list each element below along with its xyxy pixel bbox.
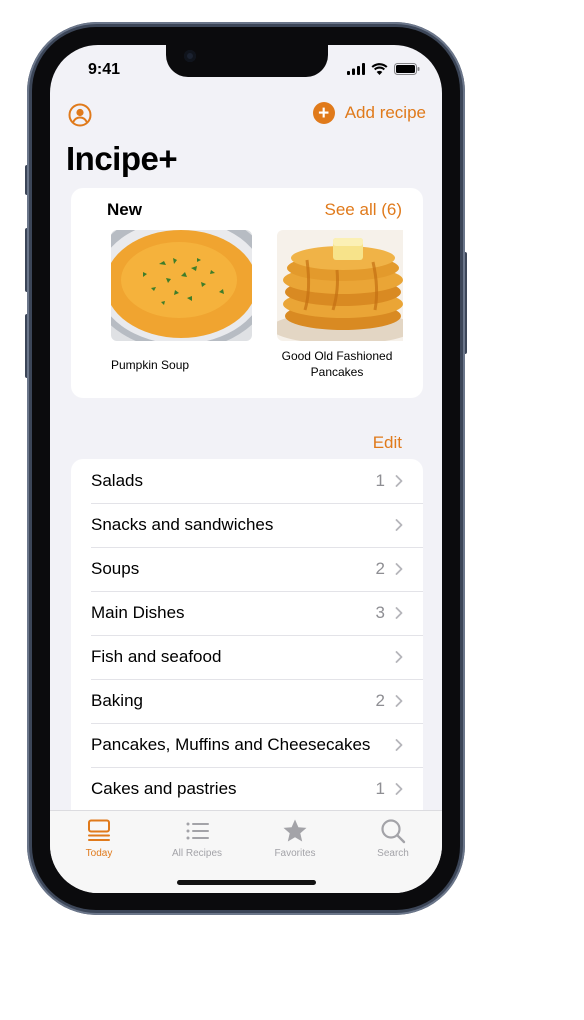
tab-all-recipes[interactable]: All Recipes [148,817,246,859]
tab-today[interactable]: Today [50,817,148,859]
star-icon [283,819,307,842]
tab-label: All Recipes [171,848,223,859]
tab-favorites[interactable]: Favorites [246,817,344,859]
category-label: Snacks and sandwiches [91,515,274,534]
category-row-soups[interactable]: Soups 2 [71,547,423,591]
camera-icon [184,50,196,62]
category-label: Salads [91,471,143,490]
category-label: Baking [91,691,143,710]
app-screen: 9:41 + Add recipe Incipe+ New See all (6… [50,45,442,893]
status-icons [347,63,420,75]
chevron-right-icon [395,783,403,795]
category-row-baking[interactable]: Baking 2 [71,679,423,723]
profile-icon[interactable] [68,103,92,127]
list-icon [186,822,209,840]
category-row-fish[interactable]: Fish and seafood [71,635,423,679]
category-row-salads[interactable]: Salads 1 [71,459,423,503]
tab-search[interactable]: Search [344,817,442,859]
search-icon [381,819,406,844]
see-all-link[interactable]: See all (6) [325,200,402,220]
category-count: 1 [375,471,385,490]
category-label: Soups [91,559,140,578]
plus-circle-icon: + [312,102,335,124]
tab-label: Today [85,848,113,859]
category-row-snacks[interactable]: Snacks and sandwiches [71,503,423,547]
chevron-right-icon [395,519,403,531]
category-label: Cakes and pastries [91,779,237,798]
new-section-title: New [107,200,142,219]
category-count: 1 [375,779,385,798]
edit-button[interactable]: Edit [373,433,402,453]
add-recipe-button[interactable]: + Add recipe [312,102,426,124]
chevron-right-icon [395,695,403,707]
category-count: 3 [375,603,385,622]
recipe-card-pancakes[interactable] [277,230,403,341]
today-icon [88,819,110,841]
wifi-icon [371,63,388,75]
tab-label: Search [377,848,409,859]
new-recipes-card: New See all (6) Pumpkin Soup Good Old Fa… [71,188,423,398]
category-count: 2 [375,691,385,710]
category-count: 2 [375,559,385,578]
category-row-main-dishes[interactable]: Main Dishes 3 [71,591,423,635]
notch [166,45,328,77]
page-title: Incipe+ [66,140,178,177]
status-time: 9:41 [88,61,121,78]
category-row-cakes[interactable]: Cakes and pastries 1 [71,767,423,811]
recipe-card-pumpkin-soup[interactable] [111,230,252,341]
chevron-right-icon [395,563,403,575]
home-indicator[interactable] [177,880,316,885]
category-label: Pancakes, Muffins and Cheesecakes [91,735,371,754]
add-recipe-label: Add recipe [344,103,426,122]
pancakes-image [277,230,403,341]
category-row-pancakes[interactable]: Pancakes, Muffins and Cheesecakes [71,723,423,767]
recipe-name-pancakes: Good Old Fashioned Pancakes [281,349,393,379]
category-label: Main Dishes [91,603,185,622]
chevron-right-icon [395,739,403,751]
chevron-right-icon [395,607,403,619]
category-label: Fish and seafood [91,647,222,666]
category-list: Salads 1 Snacks and sandwiches Soups 2 M… [71,459,423,811]
battery-icon [394,63,420,75]
signal-icon [347,63,365,75]
chevron-right-icon [395,475,403,487]
pumpkin-soup-image [111,230,252,341]
chevron-right-icon [395,651,403,663]
recipe-name-pumpkin-soup: Pumpkin Soup [111,358,190,372]
tab-label: Favorites [274,848,316,859]
